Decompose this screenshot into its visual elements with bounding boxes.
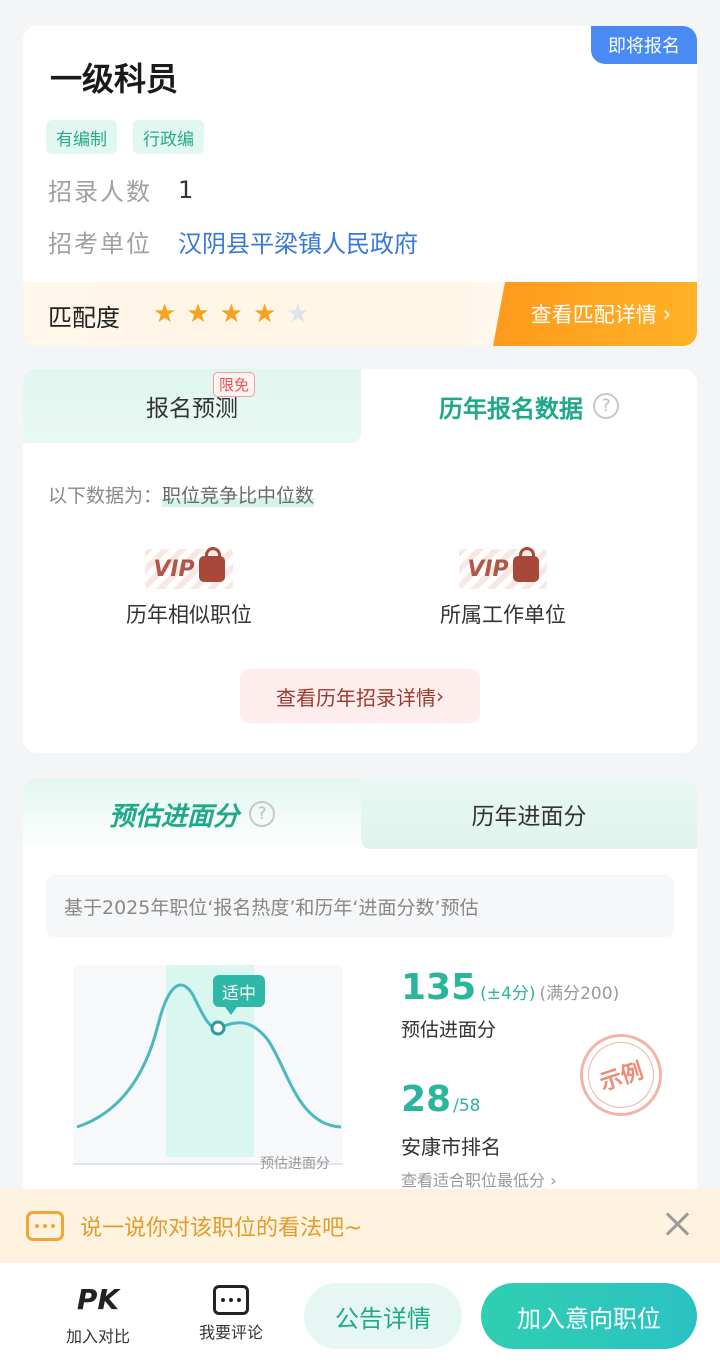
history-detail-button[interactable]: 查看历年招录详情 › bbox=[240, 669, 480, 723]
vip-lock-icon: VIP bbox=[459, 547, 547, 589]
bottom-action-bar: PK 加入对比 我要评论 公告详情 加入意向职位 bbox=[0, 1263, 720, 1371]
history-detail-label: 查看历年招录详情 bbox=[276, 685, 436, 710]
tab-apply-predict[interactable]: 报名预测 bbox=[23, 369, 361, 443]
data-note-prefix: 以下数据为： bbox=[48, 485, 163, 507]
lowest-score-link[interactable]: 查看适合职位最低分 › bbox=[401, 1167, 557, 1191]
match-detail-button[interactable]: 查看匹配详情 › bbox=[493, 282, 697, 346]
rank-label: 安康市排名 bbox=[401, 1135, 501, 1159]
score-value: 135 bbox=[401, 967, 477, 1008]
tab-apply-history[interactable]: 历年报名数据 ? bbox=[361, 369, 697, 443]
score-full: (满分200) bbox=[539, 984, 620, 1004]
write-comment-label: 我要评论 bbox=[198, 1323, 263, 1342]
rank-value: 28 bbox=[401, 1079, 452, 1120]
recruit-count-row: 招录人数 1 bbox=[48, 172, 193, 207]
unit-label: 招考单位 bbox=[48, 230, 152, 258]
recruit-count-value: 1 bbox=[178, 175, 194, 204]
score-curve-svg bbox=[73, 965, 343, 1165]
star-empty-icon: ★ bbox=[286, 299, 310, 329]
vip-similar-jobs[interactable]: VIP 历年相似职位 bbox=[89, 547, 289, 629]
help-icon[interactable]: ? bbox=[249, 801, 275, 827]
tab-estimate-label: 预估进面分 bbox=[108, 801, 239, 832]
status-badge: 即将报名 bbox=[591, 26, 697, 64]
interview-score-card: 预估进面分 ? 历年进面分 基于2025年职位‘报名热度’和历年‘进面分数’预估… bbox=[23, 779, 697, 1199]
tag-establishment: 有编制 bbox=[46, 120, 117, 154]
similar-jobs-caption: 历年相似职位 bbox=[126, 603, 252, 627]
score-label: 预估进面分 bbox=[401, 1019, 497, 1041]
city-rank: 28 /58 bbox=[401, 1079, 480, 1120]
add-compare-label: 加入对比 bbox=[65, 1327, 130, 1346]
star-icon: ★ bbox=[252, 299, 277, 329]
vip-text: VIP bbox=[467, 556, 509, 582]
sample-stamp: 示例 bbox=[569, 1023, 673, 1127]
work-unit-caption: 所属工作单位 bbox=[440, 603, 566, 627]
comment-icon bbox=[213, 1285, 249, 1315]
chat-bubble-icon bbox=[26, 1211, 64, 1241]
add-intent-job-button[interactable]: 加入意向职位 bbox=[481, 1283, 697, 1349]
tag-list: 有编制 行政编 bbox=[46, 120, 204, 154]
vip-work-unit[interactable]: VIP 所属工作单位 bbox=[403, 547, 603, 629]
unit-row: 招考单位 汉阴县平梁镇人民政府 bbox=[48, 224, 418, 259]
tab-history-score[interactable]: 历年进面分 bbox=[361, 779, 697, 849]
sample-stamp-text: 示例 bbox=[596, 1058, 647, 1097]
rank-total: /58 bbox=[453, 1096, 481, 1116]
unit-link[interactable]: 汉阴县平梁镇人民政府 bbox=[178, 224, 418, 259]
job-title: 一级科员 bbox=[50, 60, 179, 98]
match-bar: 匹配度 ★ ★ ★ ★ ★ 查看匹配详情 › bbox=[23, 282, 697, 346]
chevron-right-icon: › bbox=[436, 684, 444, 708]
star-icon: ★ bbox=[186, 299, 210, 329]
data-note-highlight: 职位竞争比中位数 bbox=[162, 485, 315, 507]
lock-icon bbox=[198, 547, 225, 582]
comment-banner[interactable]: 说一说你对该职位的看法吧~ bbox=[0, 1189, 720, 1263]
notice-detail-button[interactable]: 公告详情 bbox=[304, 1283, 462, 1349]
job-summary-card: 即将报名 一级科员 有编制 行政编 招录人数 1 招考单位 汉阴县平梁镇人民政府… bbox=[23, 26, 697, 346]
data-note: 以下数据为：职位竞争比中位数 bbox=[48, 481, 315, 508]
add-compare-button[interactable]: PK 加入对比 bbox=[43, 1283, 153, 1347]
comment-prompt: 说一说你对该职位的看法吧~ bbox=[80, 1216, 363, 1241]
write-comment-button[interactable]: 我要评论 bbox=[176, 1283, 286, 1343]
star-icon: ★ bbox=[153, 299, 177, 329]
match-stars: ★ ★ ★ ★ ★ bbox=[153, 300, 310, 328]
score-distribution-chart: 适中 预估进面分 bbox=[73, 965, 347, 1177]
lowest-score-label: 查看适合职位最低分 bbox=[401, 1171, 546, 1190]
apply-data-card: 报名预测 限免 历年报名数据 ? 以下数据为：职位竞争比中位数 VIP 历年相似… bbox=[23, 369, 697, 753]
moderate-bubble: 适中 bbox=[213, 975, 265, 1015]
help-icon[interactable]: ? bbox=[593, 393, 619, 419]
match-label: 匹配度 bbox=[48, 304, 120, 332]
axis-label: 预估进面分 bbox=[260, 1156, 330, 1172]
vip-text: VIP bbox=[153, 556, 195, 582]
recruit-count-label: 招录人数 bbox=[48, 178, 152, 206]
chevron-right-icon: › bbox=[550, 1171, 557, 1190]
free-badge: 限免 bbox=[213, 372, 256, 397]
tag-admin: 行政编 bbox=[133, 120, 204, 154]
tab-history-score-label: 历年进面分 bbox=[471, 804, 587, 830]
tab-estimate-score[interactable]: 预估进面分 ? bbox=[23, 779, 361, 849]
star-icon: ★ bbox=[219, 299, 243, 329]
pk-icon: PK bbox=[76, 1283, 120, 1316]
score-point bbox=[210, 1020, 226, 1036]
tab-apply-history-label: 历年报名数据 bbox=[439, 394, 583, 423]
apply-tabs: 报名预测 限免 历年报名数据 ? bbox=[23, 369, 697, 443]
lock-icon bbox=[512, 547, 539, 582]
estimated-score: 135 (±4分) (满分200) bbox=[401, 967, 619, 1008]
chevron-right-icon: › bbox=[662, 302, 672, 326]
score-range: (±4分) bbox=[480, 984, 536, 1004]
close-icon[interactable] bbox=[664, 1211, 690, 1237]
match-detail-label: 查看匹配详情 bbox=[530, 303, 657, 327]
estimate-note: 基于2025年职位‘报名热度’和历年‘进面分数’预估 bbox=[46, 875, 674, 937]
vip-lock-icon: VIP bbox=[145, 547, 233, 589]
